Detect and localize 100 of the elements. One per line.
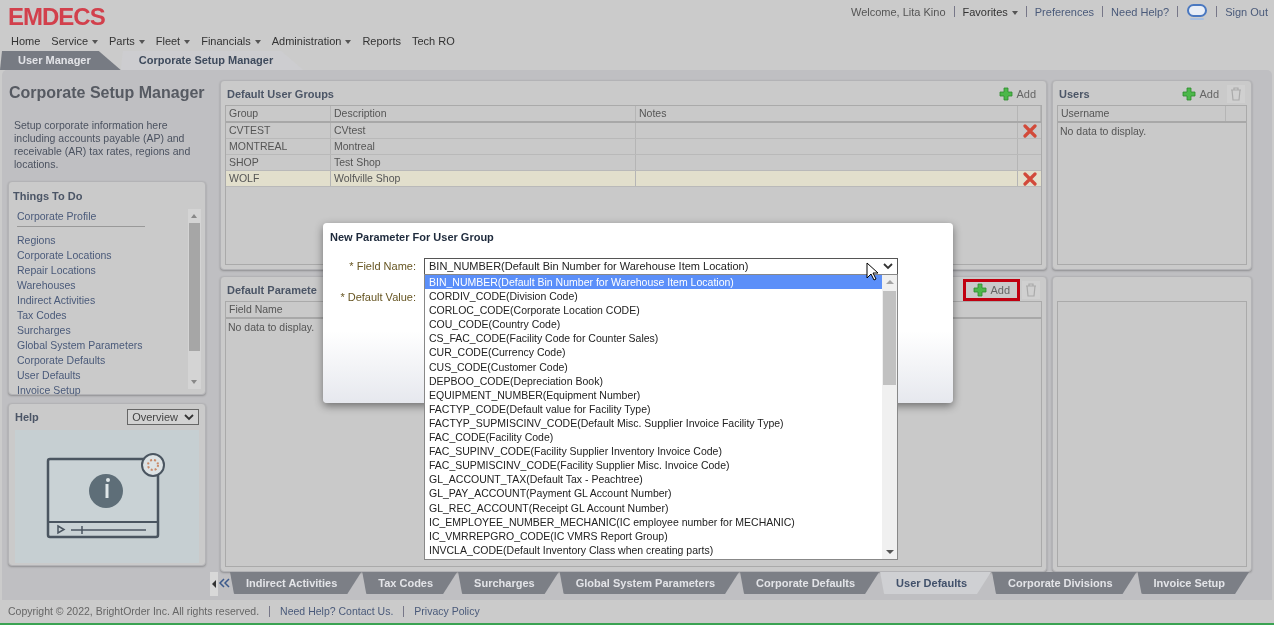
nav-link[interactable]: Financials xyxy=(201,33,261,50)
add-button[interactable]: Add xyxy=(1178,85,1223,103)
column-header[interactable]: Notes xyxy=(636,106,1018,121)
dropdown-option[interactable]: FACTYP_SUPMISCINV_CODE(Default Misc. Supplier Invoice Facility Type) xyxy=(425,415,882,431)
column-header[interactable]: Description xyxy=(331,106,636,121)
dropdown-option[interactable]: CUS_CODE(Customer Code) xyxy=(425,359,882,374)
dropdown-option[interactable]: FAC_CODE(Facility Code) xyxy=(425,430,882,445)
dropdown-option[interactable]: GL_REC_ACCOUNT(Receipt GL Account Number) xyxy=(425,500,882,515)
tab[interactable]: Tax Codes xyxy=(362,572,458,594)
welcome-text: Welcome, Lita Kino xyxy=(850,5,946,20)
trash-icon xyxy=(1025,283,1037,297)
table-cell: Montreal xyxy=(331,139,636,154)
header-link[interactable]: Need Help? xyxy=(1111,4,1170,21)
footer-link[interactable]: Need Help? Contact Us. xyxy=(280,603,394,620)
panel-title: Help xyxy=(15,410,39,425)
sidebar-link[interactable]: Corporate Defaults xyxy=(17,352,186,368)
dropdown-option[interactable]: DEPBOO_CODE(Depreciation Book) xyxy=(425,373,882,388)
nav-link[interactable]: Fleet xyxy=(155,33,191,50)
dropdown-option[interactable]: EQUIPMENT_NUMBER(Equipment Number) xyxy=(425,387,882,402)
field-label: * Default Value: xyxy=(339,289,417,305)
tab[interactable]: Corporate Divisions xyxy=(992,572,1137,594)
add-button[interactable]: Add xyxy=(965,281,1018,299)
sign-out-link[interactable]: Sign Out xyxy=(1225,4,1268,21)
tab[interactable]: Global System Parameters xyxy=(559,572,740,594)
description-text: Setup corporate information here including accounts payable (AP) and receivable (AR) tax rates, regions and locations. xyxy=(13,119,192,171)
nav-link[interactable]: Service xyxy=(51,33,99,50)
table-cell: CVTEST xyxy=(226,123,331,138)
chevron-down-icon xyxy=(184,413,194,421)
sidebar-link[interactable]: Warehouses xyxy=(17,277,186,293)
logo[interactable]: EMDECS xyxy=(8,4,105,30)
dropdown-option[interactable]: IC_VMRREPGRO_CODE(IC VMRS Report Group) xyxy=(425,528,882,543)
chevron-down-icon xyxy=(883,262,893,270)
empty-message: No data to display. xyxy=(227,320,316,335)
tab[interactable]: User Manager xyxy=(0,51,121,70)
trash-icon xyxy=(1230,87,1242,101)
sidebar-link[interactable]: Corporate Locations xyxy=(17,247,186,263)
sidebar-link[interactable]: Tax Codes xyxy=(17,307,186,323)
table-cell: MONTREAL xyxy=(226,139,331,154)
tab[interactable]: Indirect Activities xyxy=(230,572,362,594)
nav-link[interactable]: Reports xyxy=(362,33,401,50)
copyright-text: Copyright © 2022, BrightOrder Inc. All rights reserved. xyxy=(8,603,260,619)
dropdown-option[interactable]: CORLOC_CODE(Corporate Location CODE) xyxy=(425,303,882,318)
field-label: * Field Name: xyxy=(348,258,417,274)
dropdown-option[interactable]: COU_CODE(Country Code) xyxy=(425,317,882,332)
dropdown-option[interactable]: CUR_CODE(Currency Code) xyxy=(425,345,882,360)
favorites-menu[interactable]: Favorites xyxy=(962,4,1018,21)
nav-link[interactable]: Home xyxy=(11,33,41,50)
tab[interactable]: Corporate Defaults xyxy=(740,572,880,594)
dropdown-option[interactable]: BIN_NUMBER(Default Bin Number for Warehouse Item Location) xyxy=(425,275,882,290)
sidebar-link[interactable]: Regions xyxy=(17,232,186,248)
dropdown-option[interactable]: FAC_SUPINV_CODE(Facility Supplier Inventory Invoice Code) xyxy=(425,444,882,459)
panel-title: Default User Groups xyxy=(227,86,334,102)
nav-link[interactable]: Tech RO xyxy=(411,33,455,50)
dropdown-option[interactable]: GL_PAY_ACCOUNT(Payment GL Account Number) xyxy=(425,486,882,501)
scrollbar[interactable] xyxy=(188,208,201,389)
sidebar-link[interactable]: Corporate Profile xyxy=(17,208,145,227)
header-link[interactable]: Preferences xyxy=(1034,4,1095,21)
footer-link[interactable]: Privacy Policy xyxy=(414,603,480,620)
dialog-title: New Parameter For User Group xyxy=(330,230,495,245)
delete-icon[interactable] xyxy=(1022,171,1037,186)
field-name-select[interactable]: BIN_NUMBER(Default Bin Number for Warehouse Item Location) xyxy=(424,257,898,275)
caret-icon xyxy=(1011,11,1018,16)
scrollbar[interactable] xyxy=(882,275,897,559)
table-cell: Wolfville Shop xyxy=(331,171,636,186)
help-topic-select[interactable]: Overview xyxy=(127,409,199,426)
table-row[interactable]: WOLF Wolfville Shop xyxy=(226,171,1041,187)
nav-link[interactable]: Administration xyxy=(271,33,352,50)
dropdown-option[interactable]: CORDIV_CODE(Division Code) xyxy=(425,289,882,304)
sidebar-link[interactable]: Repair Locations xyxy=(17,262,186,278)
sidebar-link[interactable]: Global System Parameters xyxy=(17,337,186,353)
plus-icon xyxy=(1182,87,1197,101)
tab[interactable]: Corporate Setup Manager xyxy=(120,51,304,70)
dropdown-option[interactable]: FACTYP_CODE(Default value for Facility Type) xyxy=(425,401,882,416)
tab[interactable]: Invoice Setup xyxy=(1137,572,1250,594)
column-header[interactable]: Group xyxy=(226,106,331,121)
table-cell: Test Shop xyxy=(331,155,636,170)
dropdown-option[interactable]: GL_ACCOUNT_TAX(Default Tax - Peachtree) xyxy=(425,472,882,487)
caret-icon xyxy=(254,40,261,45)
delete-button[interactable] xyxy=(1022,281,1040,299)
caret-icon xyxy=(184,40,191,45)
column-header[interactable]: Username xyxy=(1058,106,1226,121)
panel-title: Default Paramete xyxy=(227,282,317,298)
tab[interactable]: Surcharges xyxy=(458,572,559,594)
delete-button[interactable] xyxy=(1227,85,1245,103)
delete-icon[interactable] xyxy=(1022,123,1037,138)
caret-icon xyxy=(92,40,99,45)
sidebar-link[interactable]: Invoice Setup xyxy=(17,382,186,398)
sidebar-link[interactable]: Surcharges xyxy=(17,322,186,338)
dropdown-option[interactable]: FAC_SUPMISCINV_CODE(Facility Supplier Misc. Invoice Code) xyxy=(425,458,882,473)
sidebar-link[interactable]: Indirect Activities xyxy=(17,292,186,308)
dropdown-option[interactable]: CS_FAC_CODE(Facility Code for Counter Sales) xyxy=(425,331,882,346)
nav-link[interactable]: Parts xyxy=(109,33,145,50)
table-row[interactable]: CVTEST CVtest xyxy=(226,123,1041,139)
tab[interactable]: User Defaults xyxy=(880,572,991,594)
dropdown-option[interactable]: IC_EMPLOYEE_NUMBER_MECHANIC(IC employee number for MECHANIC) xyxy=(425,514,882,529)
dropdown-option[interactable]: INVCLA_CODE(Default Inventory Class when creating parts) xyxy=(425,542,882,557)
sidebar-link[interactable]: User Defaults xyxy=(17,367,186,383)
add-button[interactable]: Add xyxy=(995,85,1040,103)
table-row[interactable]: MONTREAL Montreal xyxy=(226,139,1041,155)
caret-icon xyxy=(345,40,352,45)
